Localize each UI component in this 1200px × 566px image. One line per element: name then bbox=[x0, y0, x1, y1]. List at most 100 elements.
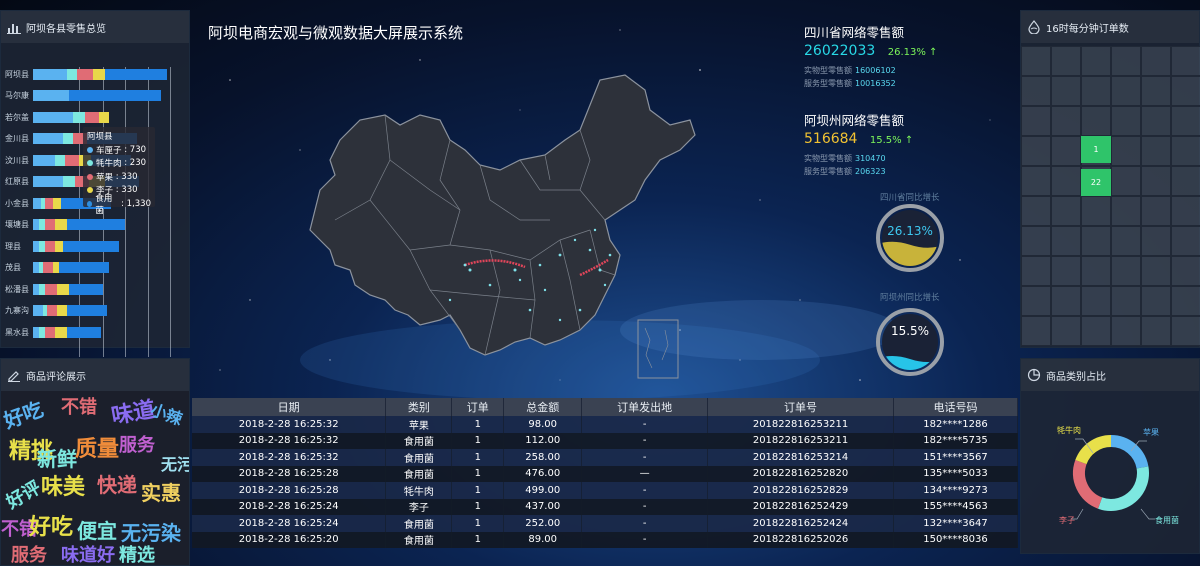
heatmap-cell bbox=[1111, 166, 1141, 196]
bar-segment bbox=[45, 283, 57, 295]
cell-order: 1 bbox=[451, 515, 505, 532]
heatmap-cell bbox=[1051, 286, 1081, 316]
tooltip-label: 牦牛肉 bbox=[96, 159, 122, 170]
cell-phone: 151****3567 bbox=[893, 449, 1018, 466]
aba-retail-value: 516684 bbox=[804, 131, 858, 147]
county-stacked-bar[interactable] bbox=[33, 68, 167, 80]
bar-segment bbox=[45, 326, 55, 338]
cell-origin: - bbox=[581, 449, 709, 466]
heatmap-cell bbox=[1051, 76, 1081, 106]
bar-segment bbox=[63, 176, 75, 187]
donut-label-beef: 牦牛肉 bbox=[1057, 425, 1081, 435]
bar-segment bbox=[33, 111, 73, 123]
comment-word: 质量 bbox=[75, 437, 120, 462]
bar-segment bbox=[67, 219, 125, 230]
county-stacked-bar[interactable] bbox=[33, 219, 125, 230]
sichuan-physical-row: 实物型零售额 16006102 bbox=[804, 65, 937, 76]
table-row[interactable]: 2018-2-28 16:25:32 食用菌 1 112.00-20182281625… bbox=[192, 432, 1018, 449]
china-map bbox=[309, 74, 696, 379]
county-stacked-bar[interactable] bbox=[33, 240, 119, 252]
bar-segment bbox=[67, 326, 101, 338]
bar-segment bbox=[45, 219, 55, 230]
cell-amount: 112.00 bbox=[503, 432, 583, 449]
donut-label-apple: 苹果 bbox=[1143, 427, 1159, 437]
bar-segment bbox=[33, 154, 55, 166]
heatmap-cell bbox=[1111, 196, 1141, 226]
gauge-sichuan: 26.13% bbox=[876, 204, 944, 272]
donut-slice[interactable] bbox=[1098, 466, 1149, 511]
county-stacked-bar[interactable] bbox=[33, 326, 101, 338]
table-row[interactable]: 2018-2-28 16:25:24 李子 1 437.00-201822816252… bbox=[192, 498, 1018, 515]
cell-order-no: 201822816252424 bbox=[707, 515, 894, 532]
heatmap-cell bbox=[1081, 76, 1111, 106]
table-row[interactable]: 2018-2-28 16:25:28 食用菌 1 476.00—20182281625… bbox=[192, 465, 1018, 482]
bar-segment bbox=[45, 197, 53, 209]
county-bar-row: 马尔康 bbox=[1, 90, 161, 102]
county-label: 金川县 bbox=[5, 134, 29, 143]
bar-segment bbox=[63, 133, 73, 144]
bar-segment bbox=[33, 133, 63, 144]
column-header-date: 日期 bbox=[192, 398, 387, 416]
orders-table: 日期 类别 订单 总金额 订单发出地 订单号 电话号码 2018-2-28 16… bbox=[192, 398, 1018, 548]
bar-segment bbox=[33, 197, 41, 209]
county-label: 壤塘县 bbox=[5, 220, 29, 229]
cell-amount: 476.00 bbox=[503, 465, 583, 482]
tooltip-value: 330 bbox=[121, 171, 138, 182]
cell-order-no: 201822816253211 bbox=[707, 432, 894, 449]
county-bar-row: 黑水县 bbox=[1, 326, 101, 338]
physical-value: 310470 bbox=[855, 154, 886, 163]
aba-pct-text: 15.5% bbox=[869, 135, 902, 146]
county-label: 阿坝县 bbox=[5, 69, 29, 79]
tooltip-label: 食用菌 bbox=[95, 193, 113, 216]
table-row[interactable]: 2018-2-28 16:25:20 食用菌 1 89.00-201822816252… bbox=[192, 531, 1018, 548]
cell-phone: 182****1286 bbox=[893, 416, 1018, 433]
donut-slice[interactable] bbox=[1075, 435, 1112, 465]
county-retail-panel: 阿坝各县零售总览 阿坝县 马尔康 若尔盖 金川县 汶川县 红原县 小金县 壤塘县 理县 茂县 松潘县… bbox=[0, 10, 190, 357]
county-label: 汶川县 bbox=[5, 155, 29, 165]
cell-phone: 134****9273 bbox=[893, 482, 1018, 499]
category-share-panel: 商品类别占比 牦牛肉 苹果 李子 食用菌 bbox=[1020, 358, 1200, 554]
bar-segment bbox=[67, 305, 107, 316]
table-row[interactable]: 2018-2-28 16:25:32 食用菌 1 258.00-20182281625… bbox=[192, 449, 1018, 466]
heatmap-cell bbox=[1171, 166, 1200, 196]
donut-slice[interactable] bbox=[1073, 460, 1103, 509]
heatmap-cell bbox=[1021, 286, 1051, 316]
legend-dot-icon bbox=[87, 173, 93, 180]
comment-word: 不错 bbox=[61, 397, 97, 418]
county-stacked-bar[interactable] bbox=[33, 262, 109, 273]
heatmap-cell bbox=[1081, 286, 1111, 316]
comments-panel-title: 商品评论展示 bbox=[26, 371, 86, 383]
heatmap-cell bbox=[1141, 166, 1171, 196]
tooltip-row: 车厘子 : 730 bbox=[87, 143, 151, 157]
column-header-order-no: 订单号 bbox=[707, 398, 894, 416]
grid-line bbox=[125, 67, 126, 357]
bar-segment bbox=[69, 90, 161, 101]
cell-order: 1 bbox=[451, 465, 505, 482]
heatmap-cell-active: 22 bbox=[1081, 169, 1111, 196]
heatmap-cell bbox=[1171, 76, 1200, 106]
tooltip-row: 牦牛肉 : 230 bbox=[87, 157, 151, 171]
comment-word: 新鲜 bbox=[37, 447, 77, 471]
tooltip-row: 食用菌 : 1,330 bbox=[87, 194, 151, 216]
donut-slice[interactable] bbox=[1110, 435, 1149, 469]
table-row[interactable]: 2018-2-28 16:25:28 牦牛肉 1 499.00-20182281625… bbox=[192, 482, 1018, 499]
table-row[interactable]: 2018-2-28 16:25:24 食用菌 1 252.00-20182281625… bbox=[192, 515, 1018, 532]
county-stacked-bar[interactable] bbox=[33, 305, 107, 316]
bar-segment bbox=[77, 68, 93, 80]
column-header-phone: 电话号码 bbox=[893, 398, 1018, 416]
cell-amount: 499.00 bbox=[503, 482, 583, 499]
county-stacked-bar[interactable] bbox=[33, 283, 103, 295]
cell-category: 食用菌 bbox=[385, 531, 453, 548]
heatmap-cell bbox=[1051, 256, 1081, 286]
bar-segment bbox=[33, 90, 69, 101]
bar-segment bbox=[33, 305, 43, 316]
table-row[interactable]: 2018-2-28 16:25:32 苹果 1 98.00-2018228162532… bbox=[192, 416, 1018, 433]
county-stacked-bar[interactable] bbox=[33, 90, 161, 101]
cell-order-no: 201822816252820 bbox=[707, 465, 894, 482]
county-bar-row: 壤塘县 bbox=[1, 219, 125, 231]
county-stacked-bar[interactable] bbox=[33, 111, 109, 123]
heatmap-cell bbox=[1021, 226, 1051, 256]
bar-segment bbox=[57, 305, 67, 316]
sichuan-retail-value-row: 26022033 26.13% ↑ bbox=[804, 43, 937, 59]
aba-retail-value-row: 516684 15.5% ↑ bbox=[804, 131, 913, 147]
